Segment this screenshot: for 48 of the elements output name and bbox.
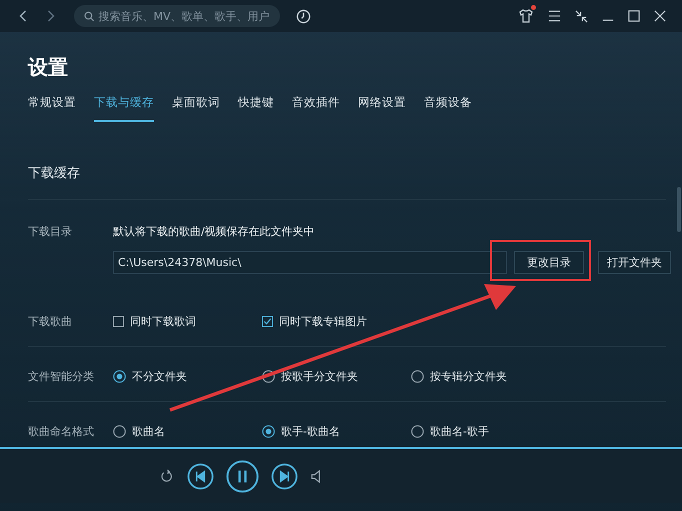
settings-tab[interactable]: 音频设备 [424, 95, 472, 122]
setting-label: 下载目录 [28, 224, 73, 240]
setting-label: 歌曲命名格式 [28, 424, 95, 439]
setting-label: 文件智能分类 [28, 369, 95, 384]
option-label: 不分文件夹 [132, 369, 187, 384]
checkbox[interactable] [262, 316, 273, 327]
radio-button[interactable] [113, 425, 126, 438]
path-field[interactable]: C:\Users\24378\Music\ [113, 251, 507, 274]
maximize-icon[interactable] [628, 10, 640, 22]
radio-button[interactable] [411, 425, 424, 438]
open-folder-button[interactable]: 打开文件夹 [598, 251, 671, 274]
previous-button[interactable] [187, 462, 214, 490]
option-label: 同时下载专辑图片 [279, 314, 367, 329]
clock-icon[interactable] [296, 8, 311, 24]
option-label: 歌曲名 [132, 424, 165, 439]
settings-tab[interactable]: 音效插件 [292, 95, 340, 122]
option-label: 按歌手分文件夹 [281, 369, 358, 384]
mini-mode-icon[interactable] [575, 10, 588, 22]
change-directory-button[interactable]: 更改目录 [514, 251, 584, 274]
section-title: 下载缓存 [28, 165, 81, 182]
radio-button[interactable] [262, 370, 275, 383]
forward-icon[interactable] [46, 9, 56, 23]
option-label: 按专辑分文件夹 [430, 369, 507, 384]
search-field[interactable]: 搜索音乐、MV、歌单、歌手、用户 [74, 5, 280, 27]
radio-button[interactable] [262, 425, 275, 438]
scrollbar-thumb[interactable] [677, 187, 681, 232]
option-label: 同时下载歌词 [130, 314, 196, 329]
radio-button[interactable] [411, 370, 424, 383]
settings-tab[interactable]: 桌面歌词 [172, 95, 220, 122]
close-icon[interactable] [654, 10, 666, 22]
menu-icon[interactable] [548, 10, 561, 22]
page-title: 设置 [28, 54, 69, 81]
repeat-icon[interactable] [160, 468, 175, 484]
back-icon[interactable] [18, 9, 28, 23]
checkbox[interactable] [113, 316, 124, 327]
settings-tab[interactable]: 快捷键 [238, 95, 274, 122]
settings-tab[interactable]: 网络设置 [358, 95, 406, 122]
pause-button[interactable] [226, 460, 259, 492]
option-label: 歌曲名-歌手 [430, 424, 489, 439]
next-button[interactable] [271, 462, 298, 490]
settings-tab[interactable]: 下载与缓存 [94, 95, 154, 122]
setting-label: 下载歌曲 [28, 314, 73, 329]
option-label: 歌手-歌曲名 [281, 424, 340, 439]
search-icon [84, 10, 94, 22]
description-text: 默认将下载的歌曲/视频保存在此文件夹中 [113, 224, 316, 239]
radio-button[interactable] [113, 370, 126, 383]
settings-tab[interactable]: 常规设置 [28, 95, 76, 122]
shirt-icon[interactable] [518, 8, 534, 24]
